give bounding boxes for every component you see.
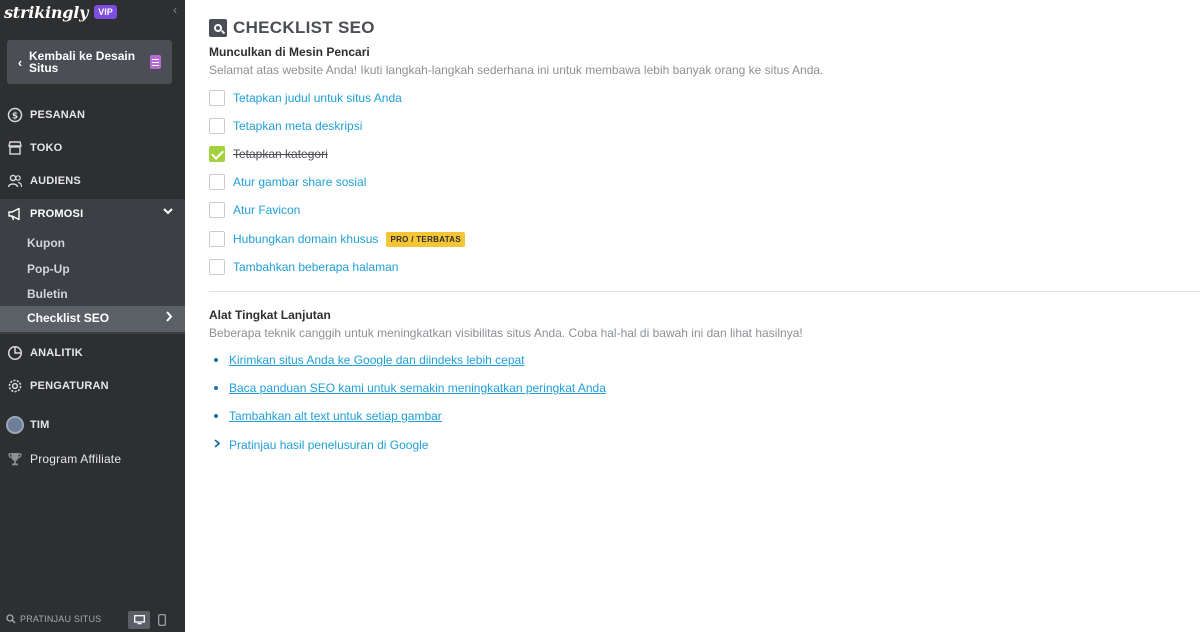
checklist-item-label[interactable]: Atur Favicon xyxy=(233,203,300,217)
mobile-icon xyxy=(158,614,166,626)
team-avatar-icon xyxy=(6,416,24,434)
checkbox[interactable] xyxy=(209,174,225,190)
bullet-icon xyxy=(214,414,218,418)
checklist-item-label[interactable]: Hubungkan domain khusus xyxy=(233,232,378,246)
checkbox[interactable] xyxy=(209,90,225,106)
sidebar-item-toko[interactable]: TOKO xyxy=(0,133,185,163)
checklist-item[interactable]: Hubungkan domain khusus PRO / TERBATAS xyxy=(209,230,466,248)
checkbox[interactable] xyxy=(209,259,225,275)
avatar xyxy=(6,416,24,434)
page-icon xyxy=(150,55,161,69)
section-description: Selamat atas website Anda! Ikuti langkah… xyxy=(209,63,824,77)
back-button-label: Kembali ke Desain Situs xyxy=(29,49,136,75)
collapse-sidebar-icon[interactable]: ‹ xyxy=(173,3,177,17)
strikingly-logo: strikingly xyxy=(4,2,89,22)
page-title: CHECKLIST SEO xyxy=(233,18,375,37)
checkbox[interactable] xyxy=(209,118,225,134)
preview-site-button[interactable]: PRATINJAU SITUS xyxy=(6,614,101,624)
megaphone-icon xyxy=(6,205,24,223)
checkbox[interactable] xyxy=(209,231,225,247)
vip-badge: VIP xyxy=(94,5,117,19)
sidebar-item-promosi[interactable]: PROMOSI xyxy=(0,199,185,229)
sidebar-item-pesanan[interactable]: $ PESANAN xyxy=(0,100,185,130)
pie-chart-icon xyxy=(6,344,24,362)
sidebar-subitem-kupon[interactable]: Kupon xyxy=(27,232,185,254)
chevron-right-icon xyxy=(165,311,173,325)
checklist-item-label: Tetapkan kategori xyxy=(233,147,328,161)
checkbox[interactable] xyxy=(209,202,225,218)
preview-site-label: PRATINJAU SITUS xyxy=(20,614,102,624)
sidebar-item-audiens[interactable]: AUDIENS xyxy=(0,166,185,196)
section-description: Beberapa teknik canggih untuk meningkatk… xyxy=(209,326,803,340)
checklist-item[interactable]: Tetapkan judul untuk situs Anda xyxy=(209,89,402,107)
sidebar-item-label: PROMOSI xyxy=(30,208,84,220)
advanced-link[interactable]: Baca panduan SEO kami untuk semakin meni… xyxy=(229,381,606,395)
checklist-item[interactable]: Tetapkan meta deskripsi xyxy=(209,117,362,135)
sidebar: strikingly VIP ‹ ‹ Kembali ke Desain Sit… xyxy=(0,0,185,632)
advanced-link-item[interactable]: Kirimkan situs Anda ke Google dan diinde… xyxy=(214,352,525,368)
google-preview-link[interactable]: Pratinjau hasil penelusuran di Google xyxy=(229,438,428,452)
pro-limited-badge: PRO / TERBATAS xyxy=(386,231,466,247)
sidebar-item-affiliate[interactable]: Program Affiliate xyxy=(0,444,185,474)
sidebar-item-label: TOKO xyxy=(30,142,63,154)
checklist-item[interactable]: Atur Favicon xyxy=(209,201,300,219)
brand: strikingly VIP xyxy=(4,2,117,22)
desktop-view-button[interactable] xyxy=(128,611,150,629)
sidebar-subitem-checklist-seo[interactable]: Checklist SEO xyxy=(0,306,185,332)
checklist-item-label[interactable]: Tambahkan beberapa halaman xyxy=(233,260,398,274)
chevron-down-icon xyxy=(163,206,173,218)
advanced-link-item[interactable]: Tambahkan alt text untuk setiap gambar xyxy=(214,408,442,424)
sidebar-item-analitik[interactable]: ANALITIK xyxy=(0,338,185,368)
gear-icon xyxy=(6,377,24,395)
chevron-left-icon: ‹ xyxy=(17,54,23,70)
advanced-link[interactable]: Tambahkan alt text untuk setiap gambar xyxy=(229,409,442,423)
bullet-icon xyxy=(214,386,218,390)
sidebar-item-label: TIM xyxy=(30,419,50,431)
checklist-item[interactable]: Atur gambar share sosial xyxy=(209,173,366,191)
sidebar-item-label: Program Affiliate xyxy=(30,452,122,466)
sidebar-item-label: PENGATURAN xyxy=(30,380,109,392)
store-icon xyxy=(6,139,24,157)
desktop-icon xyxy=(133,615,145,625)
dollar-icon: $ xyxy=(6,106,24,124)
sidebar-item-tim[interactable]: TIM xyxy=(0,410,185,440)
section-heading: Munculkan di Mesin Pencari xyxy=(209,45,370,59)
section-heading: Alat Tingkat Lanjutan xyxy=(209,308,331,322)
sidebar-item-label: PESANAN xyxy=(30,109,86,121)
chevron-right-icon xyxy=(214,439,221,451)
checklist-item-label[interactable]: Tetapkan meta deskripsi xyxy=(233,119,362,133)
svg-text:$: $ xyxy=(12,112,18,122)
sidebar-subitem-popup[interactable]: Pop-Up xyxy=(27,258,185,280)
trophy-icon xyxy=(6,450,24,468)
main-content: CHECKLIST SEO Munculkan di Mesin Pencari… xyxy=(185,0,1200,632)
checklist-item[interactable]: Tetapkan kategori xyxy=(209,145,328,163)
back-to-design-button[interactable]: ‹ Kembali ke Desain Situs xyxy=(7,40,172,84)
users-icon xyxy=(6,172,24,190)
sidebar-item-pengaturan[interactable]: PENGATURAN xyxy=(0,371,185,401)
sidebar-item-label: AUDIENS xyxy=(30,175,81,187)
google-preview-toggle[interactable]: Pratinjau hasil penelusuran di Google xyxy=(214,437,428,453)
sidebar-subitem-label: Checklist SEO xyxy=(27,311,110,325)
search-icon xyxy=(6,614,16,624)
sidebar-item-label: ANALITIK xyxy=(30,347,83,359)
mobile-view-button[interactable] xyxy=(151,611,173,629)
checklist-item-label[interactable]: Tetapkan judul untuk situs Anda xyxy=(233,91,402,105)
checklist-item[interactable]: Tambahkan beberapa halaman xyxy=(209,258,398,276)
advanced-link[interactable]: Kirimkan situs Anda ke Google dan diinde… xyxy=(229,353,525,367)
section-divider xyxy=(209,291,1200,292)
seo-search-icon xyxy=(209,19,227,37)
page-header: CHECKLIST SEO xyxy=(209,18,375,38)
sidebar-subitem-buletin[interactable]: Buletin xyxy=(27,283,185,305)
bullet-icon xyxy=(214,358,218,362)
advanced-link-item[interactable]: Baca panduan SEO kami untuk semakin meni… xyxy=(214,380,606,396)
checklist-item-label[interactable]: Atur gambar share sosial xyxy=(233,175,366,189)
checkbox-checked[interactable] xyxy=(209,146,225,162)
